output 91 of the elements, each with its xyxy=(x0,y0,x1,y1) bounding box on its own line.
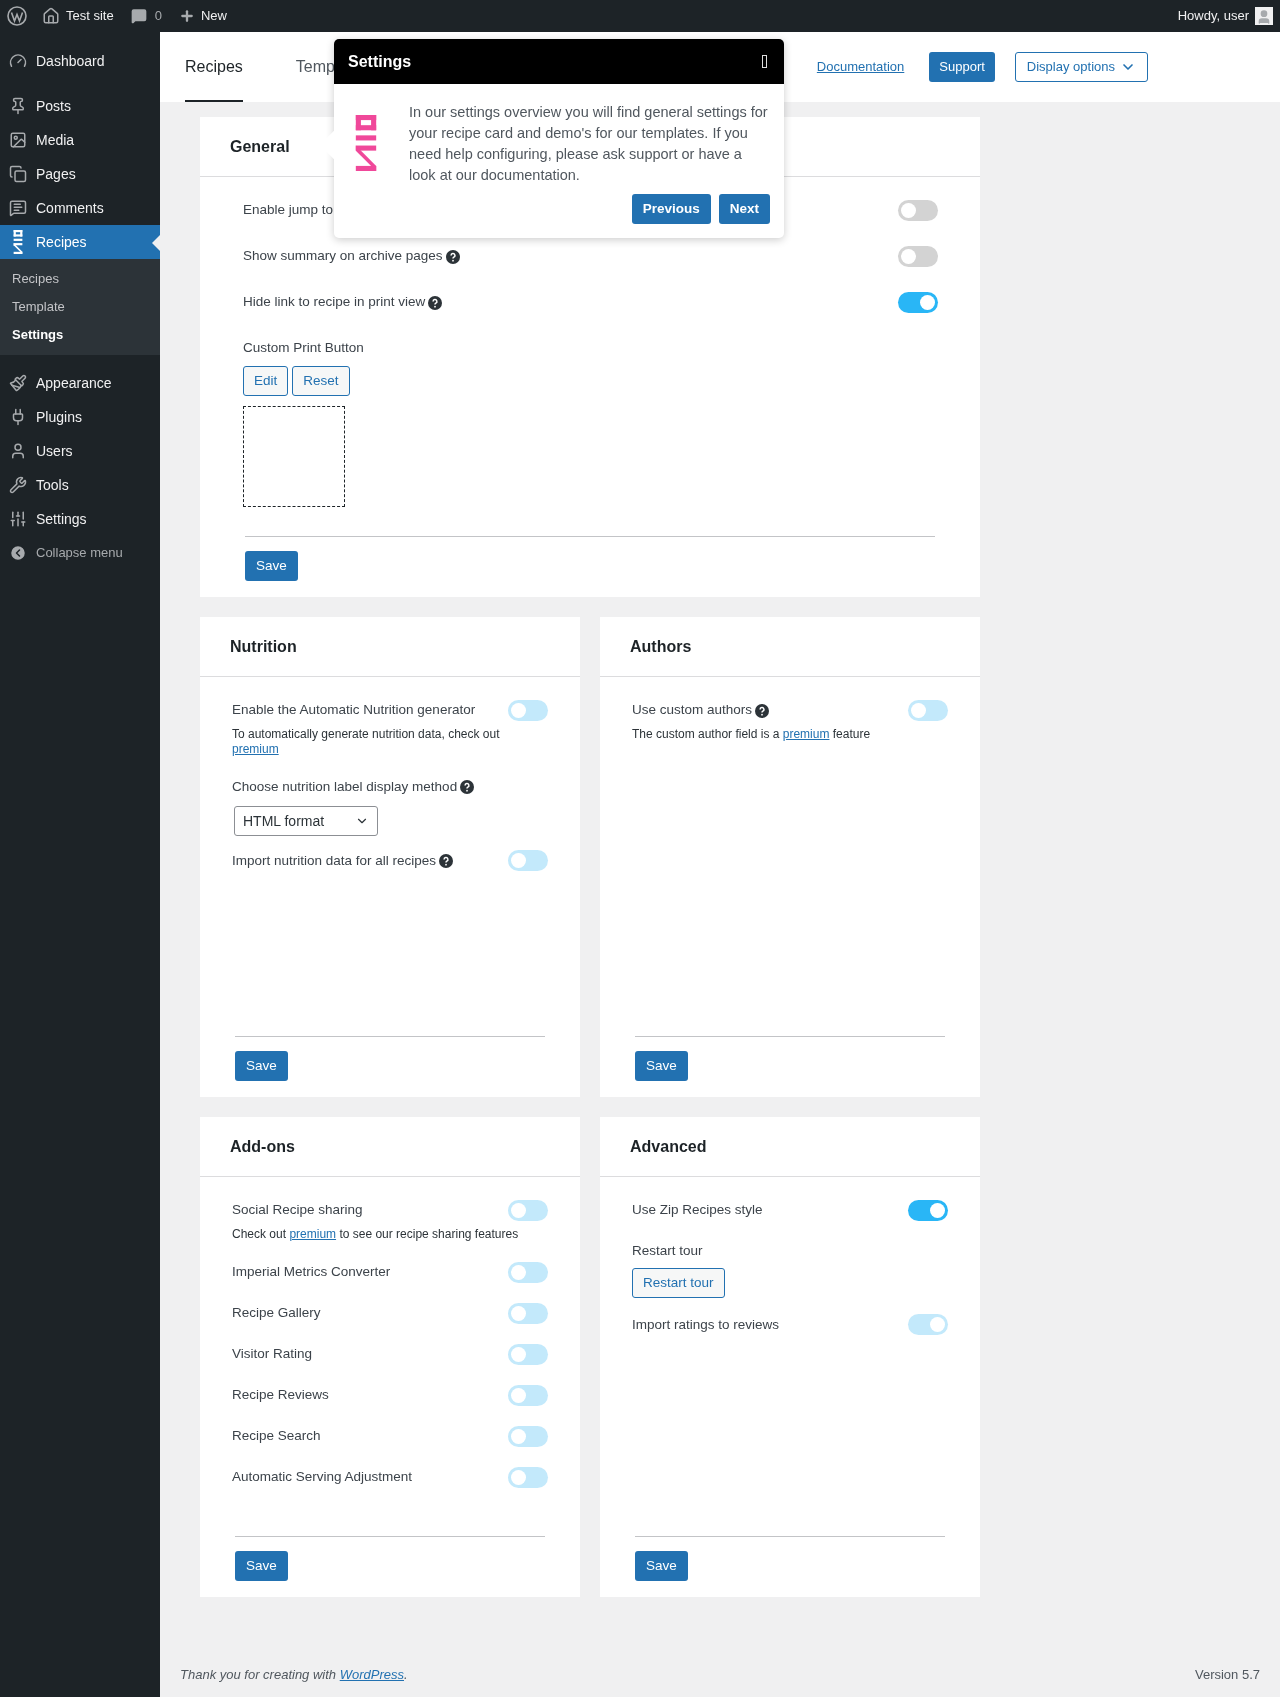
setting-label: Enable the Automatic Nutrition generator xyxy=(232,701,476,720)
avatar-icon[interactable] xyxy=(1255,7,1273,25)
save-button[interactable]: Save xyxy=(235,1051,288,1081)
new-link[interactable]: New xyxy=(178,6,227,26)
outline-button[interactable]: Edit xyxy=(243,366,289,397)
setting-label: Hide link to recipe in print view xyxy=(243,293,426,312)
media-icon xyxy=(9,131,27,149)
setting-label: Recipe Gallery xyxy=(232,1304,321,1323)
header-tab[interactable]: Temp xyxy=(295,32,335,102)
setting-label: Social Recipe sharing xyxy=(232,1201,363,1220)
popover-title: Settings xyxy=(348,51,412,72)
display-options-button[interactable]: Display options xyxy=(1014,52,1148,82)
save-button[interactable]: Save xyxy=(245,551,298,581)
setting-label: Automatic Serving Adjustment xyxy=(232,1468,413,1487)
comments-link[interactable]: 0 xyxy=(130,6,162,26)
save-button[interactable]: Save xyxy=(635,1051,688,1081)
setting-label: Show summary on archive pages xyxy=(243,247,443,266)
setting-label: Visitor Rating xyxy=(232,1345,313,1364)
setting-label: Use Zip Recipes style xyxy=(632,1201,763,1220)
setting-label: Import ratings to reviews xyxy=(632,1315,780,1334)
format-select[interactable]: HTML format xyxy=(234,806,378,837)
sidebar-item[interactable]: Settings xyxy=(0,502,160,536)
save-button[interactable]: Save xyxy=(235,1551,288,1581)
wordpress-link[interactable]: WordPress xyxy=(339,1666,404,1682)
comment-icon xyxy=(130,8,147,24)
sidebar-item[interactable]: Media xyxy=(0,123,160,157)
toggle-switch[interactable] xyxy=(898,292,938,313)
outline-button[interactable]: Reset xyxy=(292,366,350,397)
help-icon[interactable] xyxy=(460,780,475,795)
card-title: General xyxy=(230,136,290,157)
toggle-switch[interactable] xyxy=(908,1200,948,1221)
footer-text: Thank you for creating with WordPress. xyxy=(180,1665,408,1684)
logo-icon xyxy=(12,230,24,254)
submenu-item[interactable]: Template xyxy=(0,293,160,321)
hint-text: Check out premium to see our recipe sharing features xyxy=(232,1227,520,1242)
tour-nav-button[interactable]: Next xyxy=(718,194,770,224)
toggle-switch[interactable] xyxy=(898,200,938,221)
site-link[interactable]: Test site xyxy=(42,6,114,26)
logo-icon[interactable] xyxy=(7,6,27,26)
card-title: Add-ons xyxy=(230,1136,295,1157)
setting-label: Enable jump to xyxy=(243,201,334,220)
plus-icon xyxy=(178,8,195,24)
sliders-icon xyxy=(9,510,27,528)
setting-label: Restart tour xyxy=(632,1242,704,1260)
card-title: Authors xyxy=(630,636,692,657)
documentation-link[interactable]: Documentation xyxy=(816,57,905,77)
help-icon[interactable] xyxy=(428,295,443,310)
current-page-pointer xyxy=(152,235,160,251)
sidebar-item[interactable]: Tools xyxy=(0,468,160,502)
toggle-switch[interactable] xyxy=(898,246,938,267)
setting-label: Recipe Search xyxy=(232,1427,321,1446)
restart-tour-button[interactable]: Restart tour xyxy=(632,1268,725,1299)
sidebar-item[interactable]: Dashboard xyxy=(0,44,160,78)
sidebar-item[interactable]: Users xyxy=(0,434,160,468)
setting-label: Recipe Reviews xyxy=(232,1386,329,1405)
home-icon xyxy=(42,7,60,25)
tour-nav-button[interactable]: Previous xyxy=(631,194,711,224)
version-text: Version 5.7 xyxy=(1194,1665,1260,1684)
collapse-menu-button[interactable]: Collapse menu xyxy=(0,536,160,570)
wrench-icon xyxy=(9,476,27,494)
hint-text: To automatically generate nutrition data, check out premium xyxy=(232,727,501,757)
sidebar-item[interactable]: Pages xyxy=(0,157,160,191)
submenu-item[interactable]: Recipes xyxy=(0,265,160,293)
card-title: Nutrition xyxy=(230,636,297,657)
close-icon[interactable] xyxy=(762,55,767,68)
comment-icon xyxy=(9,199,27,217)
setting-label: Import nutrition data for all recipes xyxy=(232,851,437,870)
dashboard-gauge-icon xyxy=(9,52,27,70)
sidebar-item[interactable]: Appearance xyxy=(0,366,160,400)
sidebar-item[interactable]: Comments xyxy=(0,191,160,225)
setting-label: Choose nutrition label display method xyxy=(232,778,458,796)
popover-text: In our settings overview you will find general settings for your recipe card and demo's for our templates. If you need help configuring, please ask support or have a look at our documentation. xyxy=(409,103,769,185)
sidebar-item[interactable]: Plugins xyxy=(0,400,160,434)
user-icon xyxy=(9,442,27,460)
greeting-text[interactable]: Howdy, user xyxy=(1177,6,1249,26)
sidebar-item[interactable]: Posts xyxy=(0,89,160,123)
support-button[interactable]: Support xyxy=(929,52,995,82)
card-title: Advanced xyxy=(630,1136,707,1157)
paintbrush-icon xyxy=(9,374,27,392)
header-tab[interactable]: Recipes xyxy=(185,32,243,102)
setting-label: Custom Print Button xyxy=(243,339,365,357)
setting-label: Use custom authors xyxy=(632,701,753,720)
hint-text: The custom author field is a premium feature xyxy=(632,727,872,742)
sidebar-item[interactable]: Recipes xyxy=(0,225,160,259)
pages-icon xyxy=(9,165,27,183)
save-button[interactable]: Save xyxy=(635,1551,688,1581)
collapse-icon xyxy=(9,544,27,562)
setting-label: Imperial Metrics Converter xyxy=(232,1263,391,1282)
submenu-item[interactable]: Settings xyxy=(0,321,160,349)
help-icon[interactable] xyxy=(445,249,460,264)
pin-icon xyxy=(9,97,27,115)
